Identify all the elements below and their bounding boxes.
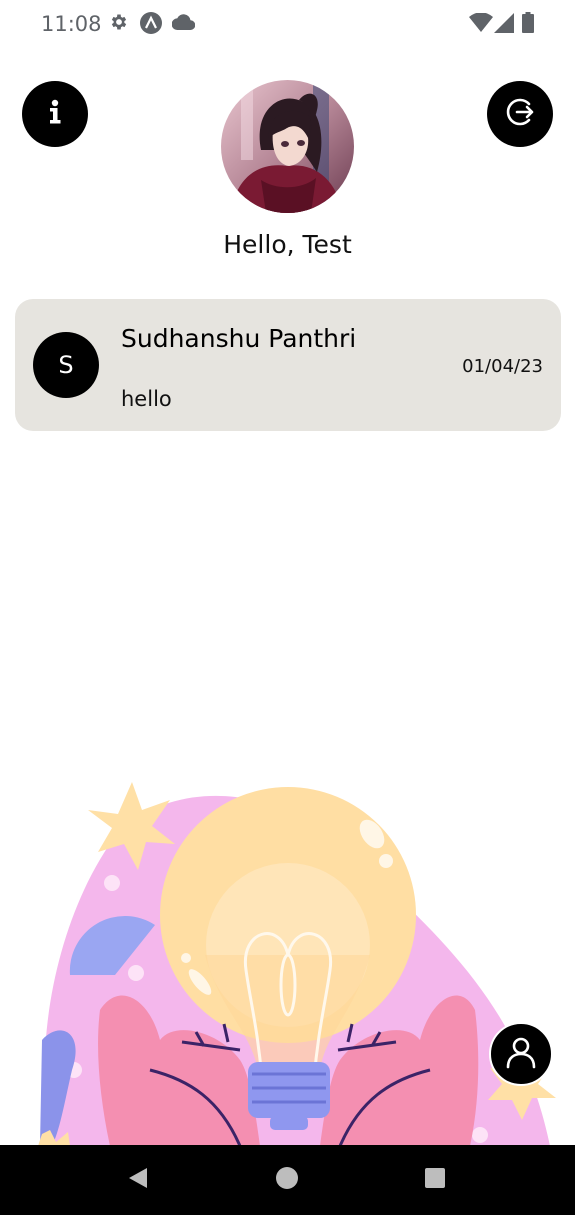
system-nav-bar [0,1145,575,1215]
chat-last-message: hello [121,387,172,411]
wifi-icon [469,12,493,38]
signal-icon [494,13,514,38]
battery-icon [522,12,534,38]
chat-list-item[interactable]: S Sudhanshu Panthri 01/04/23 hello [15,299,561,431]
back-icon [127,1166,149,1195]
app-screen: 11:08 Hello, Test S Sudhanshu Panthri 01… [0,0,575,1215]
chat-date: 01/04/23 [462,356,543,377]
logout-icon [503,95,537,134]
lightbulb-illustration [0,770,575,1147]
status-bar: 11:08 [0,0,575,46]
status-time: 11:08 [41,12,102,36]
user-icon [504,1035,538,1074]
chat-avatar: S [33,332,99,398]
nav-home-button[interactable] [247,1145,327,1215]
greeting-text: Hello, Test [223,230,352,259]
home-icon [275,1166,299,1195]
chat-contact-name: Sudhanshu Panthri [121,324,357,353]
nav-back-button[interactable] [98,1145,178,1215]
settings-icon [109,12,129,37]
nav-recents-button[interactable] [395,1145,475,1215]
info-icon [40,97,70,132]
recents-icon [424,1167,446,1194]
logout-button[interactable] [487,81,553,147]
profile-avatar[interactable] [221,80,354,213]
app-logo-icon [140,12,162,39]
info-button[interactable] [22,81,88,147]
cloud-icon [171,14,196,35]
profile-fab-button[interactable] [489,1022,553,1086]
